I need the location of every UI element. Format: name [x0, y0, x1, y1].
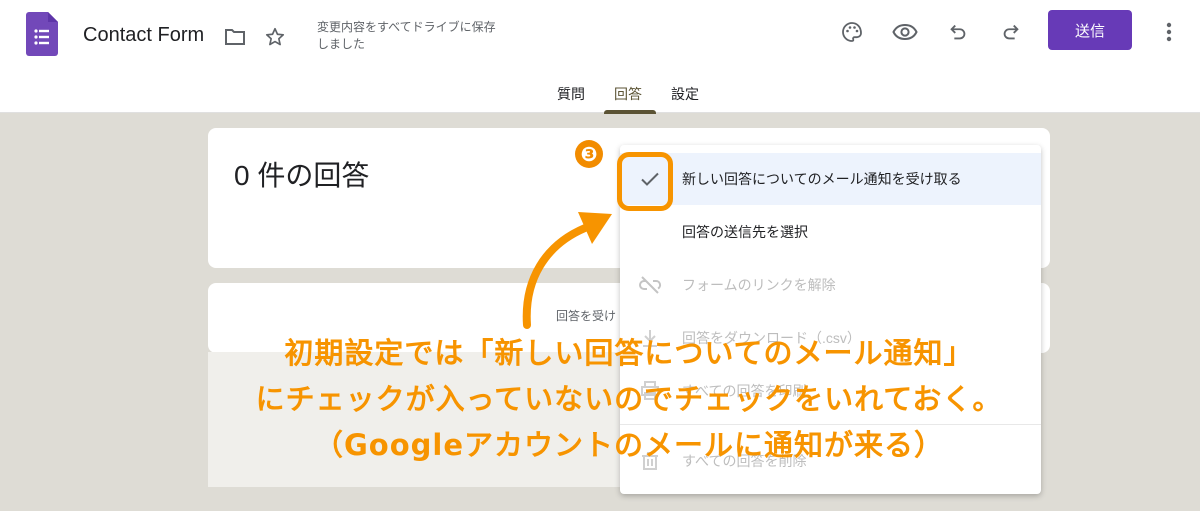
- undo-icon[interactable]: [944, 18, 972, 46]
- active-tab-indicator: [604, 110, 656, 114]
- save-status: 変更内容をすべてドライブに保存しました: [317, 20, 496, 51]
- menu-item-label: 新しい回答についてのメール通知を受け取る: [682, 171, 962, 187]
- annotation-line-2: にチェックが入っていないのでチェックをいれておく。: [255, 382, 1003, 416]
- star-icon[interactable]: [262, 24, 288, 50]
- annotation-text: 初期設定では「新しい回答についてのメール通知」 にチェックが入っていないのでチェ…: [208, 330, 1050, 468]
- send-button[interactable]: 送信: [1048, 10, 1132, 50]
- forms-app-icon[interactable]: [26, 12, 58, 56]
- response-count: 0 件の回答: [234, 160, 370, 191]
- tab-settings[interactable]: 設定: [671, 84, 699, 104]
- menu-item-email-notifications[interactable]: 新しい回答についてのメール通知を受け取る: [620, 153, 1041, 205]
- tab-questions[interactable]: 質問: [557, 84, 585, 104]
- form-title[interactable]: Contact Form: [83, 24, 204, 47]
- more-vert-icon[interactable]: [1156, 18, 1182, 46]
- app-header: Contact Form 変更内容をすべてドライブに保存しました 送信 質問 回…: [0, 0, 1200, 114]
- tab-bar: 質問 回答 設定: [0, 82, 1200, 114]
- link-off-icon: [639, 276, 662, 294]
- folder-icon[interactable]: [222, 24, 248, 50]
- menu-item-unlink-form: フォームのリンクを解除: [620, 259, 1041, 311]
- menu-item-label: フォームのリンクを解除: [682, 277, 836, 293]
- annotation-line-3: （Googleアカウントのメールに通知が来る）: [313, 428, 945, 462]
- annotation-line-1: 初期設定では「新しい回答についてのメール通知」: [284, 336, 974, 370]
- redo-icon[interactable]: [997, 18, 1025, 46]
- annotation-arrow-icon: [522, 212, 612, 329]
- palette-icon[interactable]: [838, 18, 866, 46]
- menu-item-label: 回答の送信先を選択: [682, 224, 808, 240]
- menu-item-select-destination[interactable]: 回答の送信先を選択: [620, 206, 1041, 258]
- step-number-badge: ❸: [575, 140, 603, 168]
- eye-icon[interactable]: [891, 18, 919, 46]
- tab-responses[interactable]: 回答: [614, 84, 642, 104]
